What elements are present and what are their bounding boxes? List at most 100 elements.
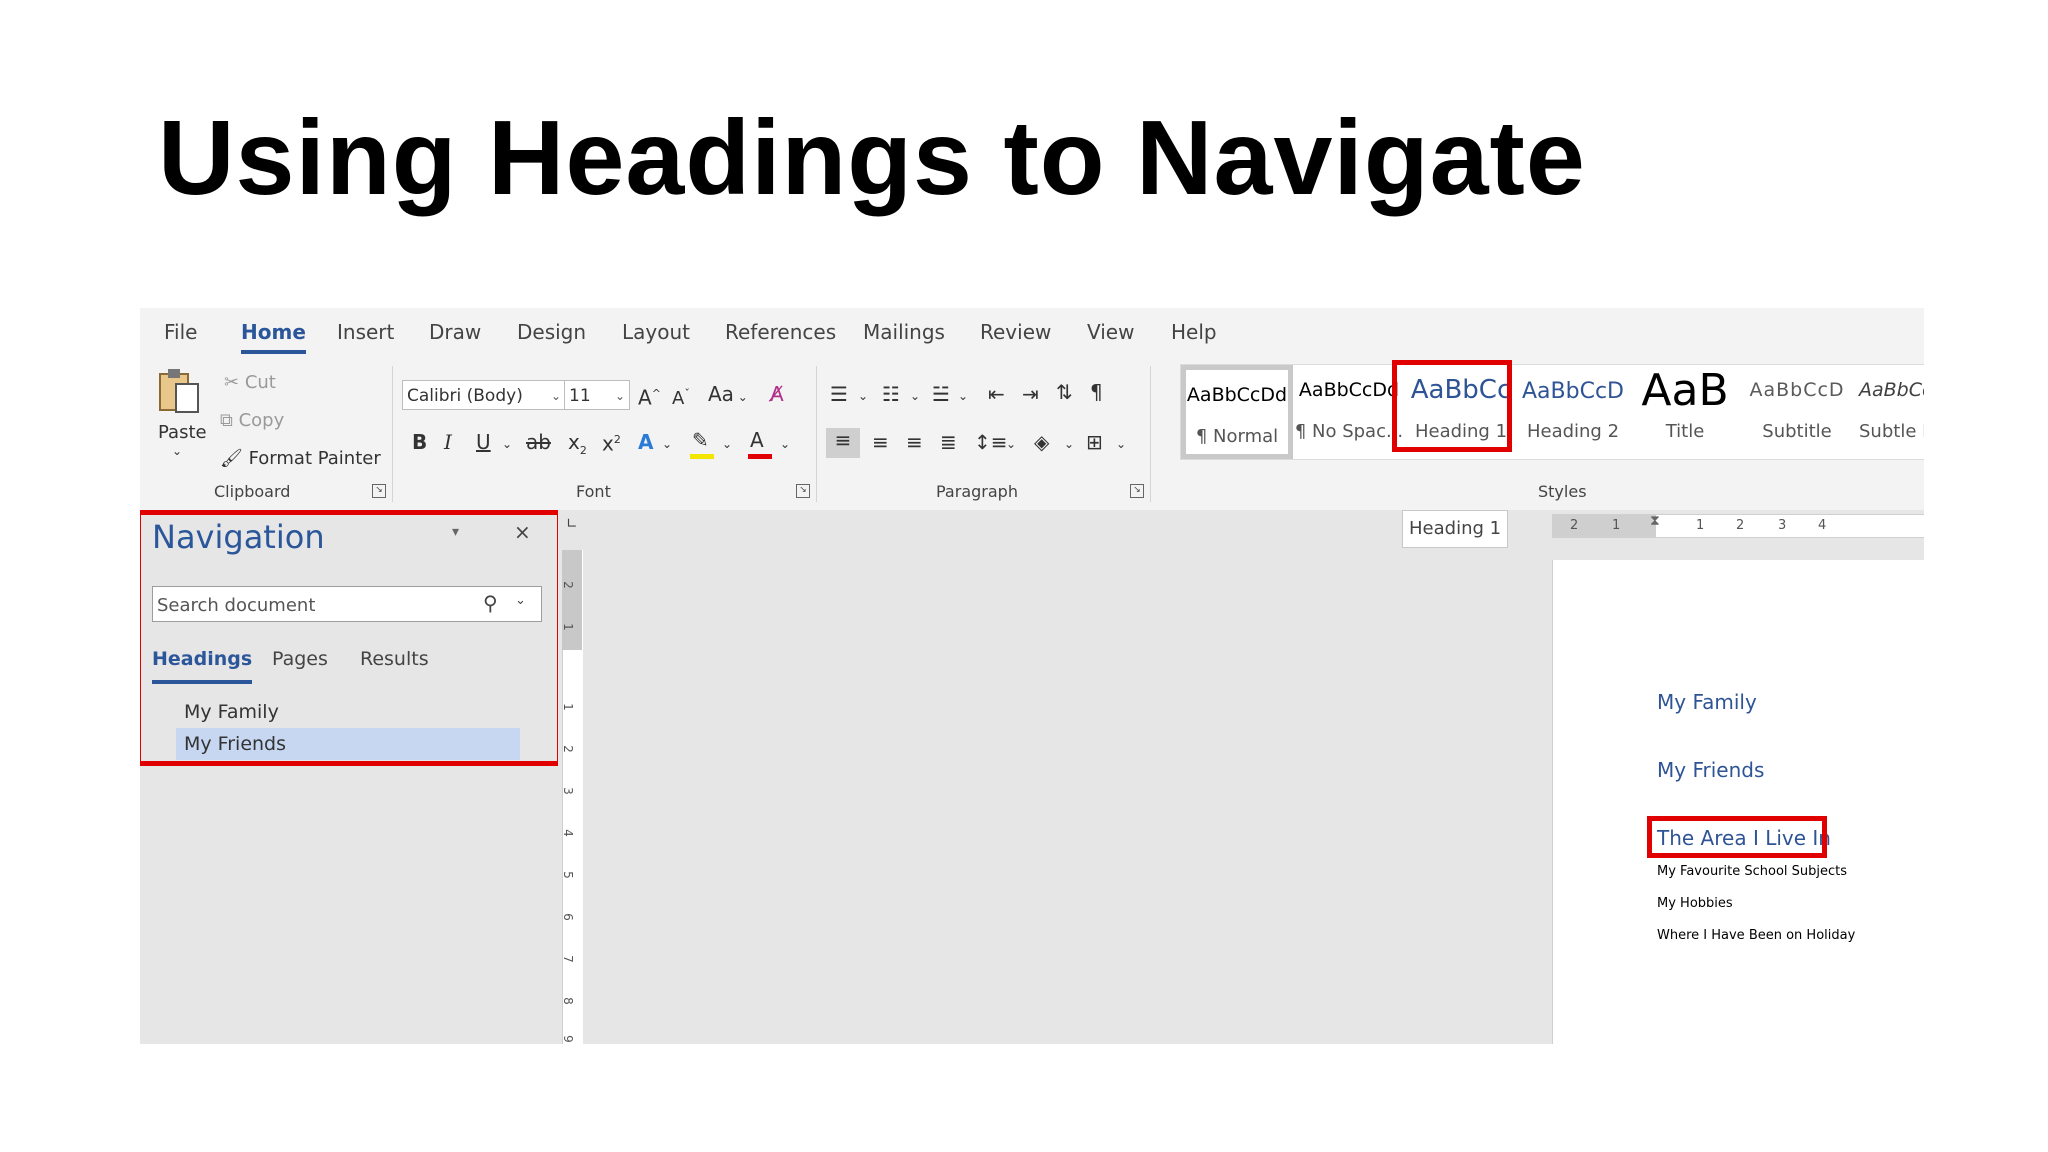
tab-file[interactable]: File bbox=[164, 320, 197, 344]
style-subtle-emphasis[interactable]: AaBbCc Subtle E bbox=[1853, 365, 1924, 459]
text-effects-icon[interactable]: A bbox=[638, 430, 653, 454]
tab-results[interactable]: Results bbox=[360, 648, 429, 670]
document-paragraph[interactable]: My Hobbies bbox=[1657, 896, 1733, 911]
paragraph-group-label: Paragraph bbox=[936, 482, 1018, 501]
font-color-swatch bbox=[748, 454, 772, 459]
borders-icon[interactable]: ⊞ bbox=[1086, 430, 1103, 454]
clear-formatting-icon[interactable]: A̸ bbox=[770, 382, 784, 406]
tab-insert[interactable]: Insert bbox=[337, 320, 394, 344]
shading-icon[interactable]: ◈ bbox=[1034, 430, 1049, 454]
italic-icon[interactable]: I bbox=[444, 430, 452, 454]
decrease-indent-icon[interactable]: ⇤ bbox=[988, 382, 1005, 406]
tab-selector-icon[interactable]: ∟ bbox=[566, 516, 578, 532]
tab-layout[interactable]: Layout bbox=[622, 320, 690, 344]
align-right-icon[interactable]: ≡ bbox=[906, 430, 923, 454]
chevron-down-icon[interactable]: ⌄ bbox=[502, 432, 512, 456]
align-left-icon[interactable]: ≡ bbox=[826, 428, 860, 458]
format-painter-label: Format Painter bbox=[248, 448, 381, 469]
tab-design[interactable]: Design bbox=[517, 320, 586, 344]
document-heading[interactable]: My Family bbox=[1657, 690, 1757, 714]
chevron-down-icon[interactable]: ⌄ bbox=[1006, 432, 1016, 456]
tab-headings[interactable]: Headings bbox=[152, 648, 253, 684]
style-name: ¶ Normal bbox=[1195, 426, 1279, 447]
font-name-combo[interactable]: Calibri (Body) ⌄ bbox=[402, 380, 566, 410]
chevron-down-icon[interactable]: ⌄ bbox=[722, 432, 732, 456]
chevron-down-icon[interactable]: ⌄ bbox=[172, 444, 182, 458]
tab-mailings[interactable]: Mailings bbox=[863, 320, 945, 344]
ruler-margin bbox=[1552, 515, 1656, 537]
nav-heading-item[interactable]: My Friends bbox=[176, 728, 520, 760]
style-heading-1[interactable]: AaBbCc Heading 1 bbox=[1405, 365, 1517, 459]
chevron-down-icon[interactable]: ⌄ bbox=[958, 384, 968, 408]
align-center-icon[interactable]: ≡ bbox=[872, 430, 889, 454]
chevron-down-icon[interactable]: ⌄ bbox=[780, 432, 790, 456]
sort-icon[interactable]: ⇅ bbox=[1056, 380, 1073, 404]
line-spacing-icon[interactable]: ↕≡ bbox=[974, 430, 1008, 454]
chevron-down-icon[interactable]: ⌄ bbox=[910, 384, 920, 408]
chevron-down-icon[interactable]: ⌄ bbox=[515, 593, 526, 608]
group-divider bbox=[1150, 366, 1151, 502]
tab-review[interactable]: Review bbox=[980, 320, 1051, 344]
increase-indent-icon[interactable]: ⇥ bbox=[1022, 382, 1039, 406]
shrink-font-icon[interactable]: Aˇ bbox=[672, 382, 690, 411]
ruler-number: 6 bbox=[560, 913, 575, 921]
bold-icon[interactable]: B bbox=[412, 430, 427, 454]
highlight-color-swatch bbox=[690, 454, 714, 459]
document-heading[interactable]: The Area I Live In bbox=[1657, 826, 1831, 850]
subscript-icon[interactable]: x2 bbox=[568, 430, 587, 463]
bullets-icon[interactable]: ☰ bbox=[830, 382, 848, 406]
search-icon[interactable]: ⚲ bbox=[483, 591, 498, 615]
chevron-down-icon[interactable]: ⌄ bbox=[858, 384, 868, 408]
document-heading[interactable]: My Friends bbox=[1657, 758, 1764, 782]
font-color-button[interactable]: A bbox=[746, 428, 780, 459]
style-name: ¶ No Spac... bbox=[1294, 421, 1404, 442]
paste-button[interactable]: Paste ⌄ bbox=[154, 366, 207, 462]
tab-pages[interactable]: Pages bbox=[272, 648, 328, 670]
style-name: Heading 1 bbox=[1414, 421, 1508, 442]
horizontal-ruler: 2 1 1 2 3 4 7 8 9 10 11 12 13 14 15 17 ⧗ bbox=[1552, 513, 1924, 538]
tab-help[interactable]: Help bbox=[1171, 320, 1217, 344]
change-case-button[interactable]: Aa ⌄ bbox=[708, 382, 748, 409]
font-group-label: Font bbox=[576, 482, 611, 501]
style-no-spacing[interactable]: AaBbCcDd ¶ No Spac... bbox=[1293, 365, 1405, 459]
document-paragraph[interactable]: Where I Have Been on Holiday bbox=[1657, 928, 1855, 943]
tab-home[interactable]: Home bbox=[241, 320, 306, 354]
style-normal[interactable]: AaBbCcDd ¶ Normal bbox=[1181, 365, 1293, 459]
multilevel-list-icon[interactable]: ☱ bbox=[932, 382, 950, 406]
chevron-down-icon[interactable]: ⌄ bbox=[1116, 432, 1126, 456]
search-input[interactable] bbox=[155, 589, 469, 621]
pane-options-icon[interactable]: ▾ bbox=[452, 524, 459, 540]
font-launcher-icon[interactable]: ↘ bbox=[796, 484, 810, 498]
grow-font-icon[interactable]: A^ bbox=[638, 382, 661, 410]
tab-view[interactable]: View bbox=[1087, 320, 1134, 344]
styles-gallery: AaBbCcDd ¶ Normal AaBbCcDd ¶ No Spac... … bbox=[1180, 364, 1924, 460]
document-paragraph[interactable]: My Favourite School Subjects bbox=[1657, 864, 1847, 879]
justify-icon[interactable]: ≣ bbox=[940, 430, 957, 454]
underline-icon[interactable]: U bbox=[476, 430, 491, 454]
strikethrough-icon[interactable]: ab bbox=[526, 430, 551, 454]
style-title[interactable]: AaB Title bbox=[1629, 365, 1741, 459]
nav-heading-item[interactable]: My Family bbox=[176, 696, 520, 728]
ruler-number: 4 bbox=[1818, 518, 1827, 533]
paragraph-launcher-icon[interactable]: ↘ bbox=[1130, 484, 1144, 498]
clipboard-launcher-icon[interactable]: ↘ bbox=[372, 484, 386, 498]
search-box: ⚲ ⌄ bbox=[152, 586, 542, 622]
ribbon-tabs: File Home Insert Draw Design Layout Refe… bbox=[140, 308, 1924, 358]
cut-button[interactable]: ✂ Cut bbox=[224, 372, 276, 393]
pilcrow-icon[interactable]: ¶ bbox=[1090, 380, 1103, 404]
close-icon[interactable]: × bbox=[514, 520, 531, 544]
paste-label: Paste bbox=[158, 422, 207, 443]
format-painter-button[interactable]: 🖌 Format Painter bbox=[220, 448, 381, 469]
superscript-icon[interactable]: x2 bbox=[602, 428, 621, 456]
tab-references[interactable]: References bbox=[725, 320, 836, 344]
chevron-down-icon[interactable]: ⌄ bbox=[662, 432, 672, 456]
font-size-combo[interactable]: 11 ⌄ bbox=[564, 380, 630, 410]
indent-marker-icon[interactable]: ⧗ bbox=[1650, 513, 1660, 529]
copy-button[interactable]: ⧉ Copy bbox=[220, 410, 284, 431]
style-subtitle[interactable]: AaBbCcD Subtitle bbox=[1741, 365, 1853, 459]
scissors-icon: ✂ bbox=[224, 372, 245, 393]
numbering-icon[interactable]: ☷ bbox=[882, 382, 900, 406]
tab-draw[interactable]: Draw bbox=[429, 320, 481, 344]
style-heading-2[interactable]: AaBbCcD Heading 2 bbox=[1517, 365, 1629, 459]
chevron-down-icon[interactable]: ⌄ bbox=[1064, 432, 1074, 456]
